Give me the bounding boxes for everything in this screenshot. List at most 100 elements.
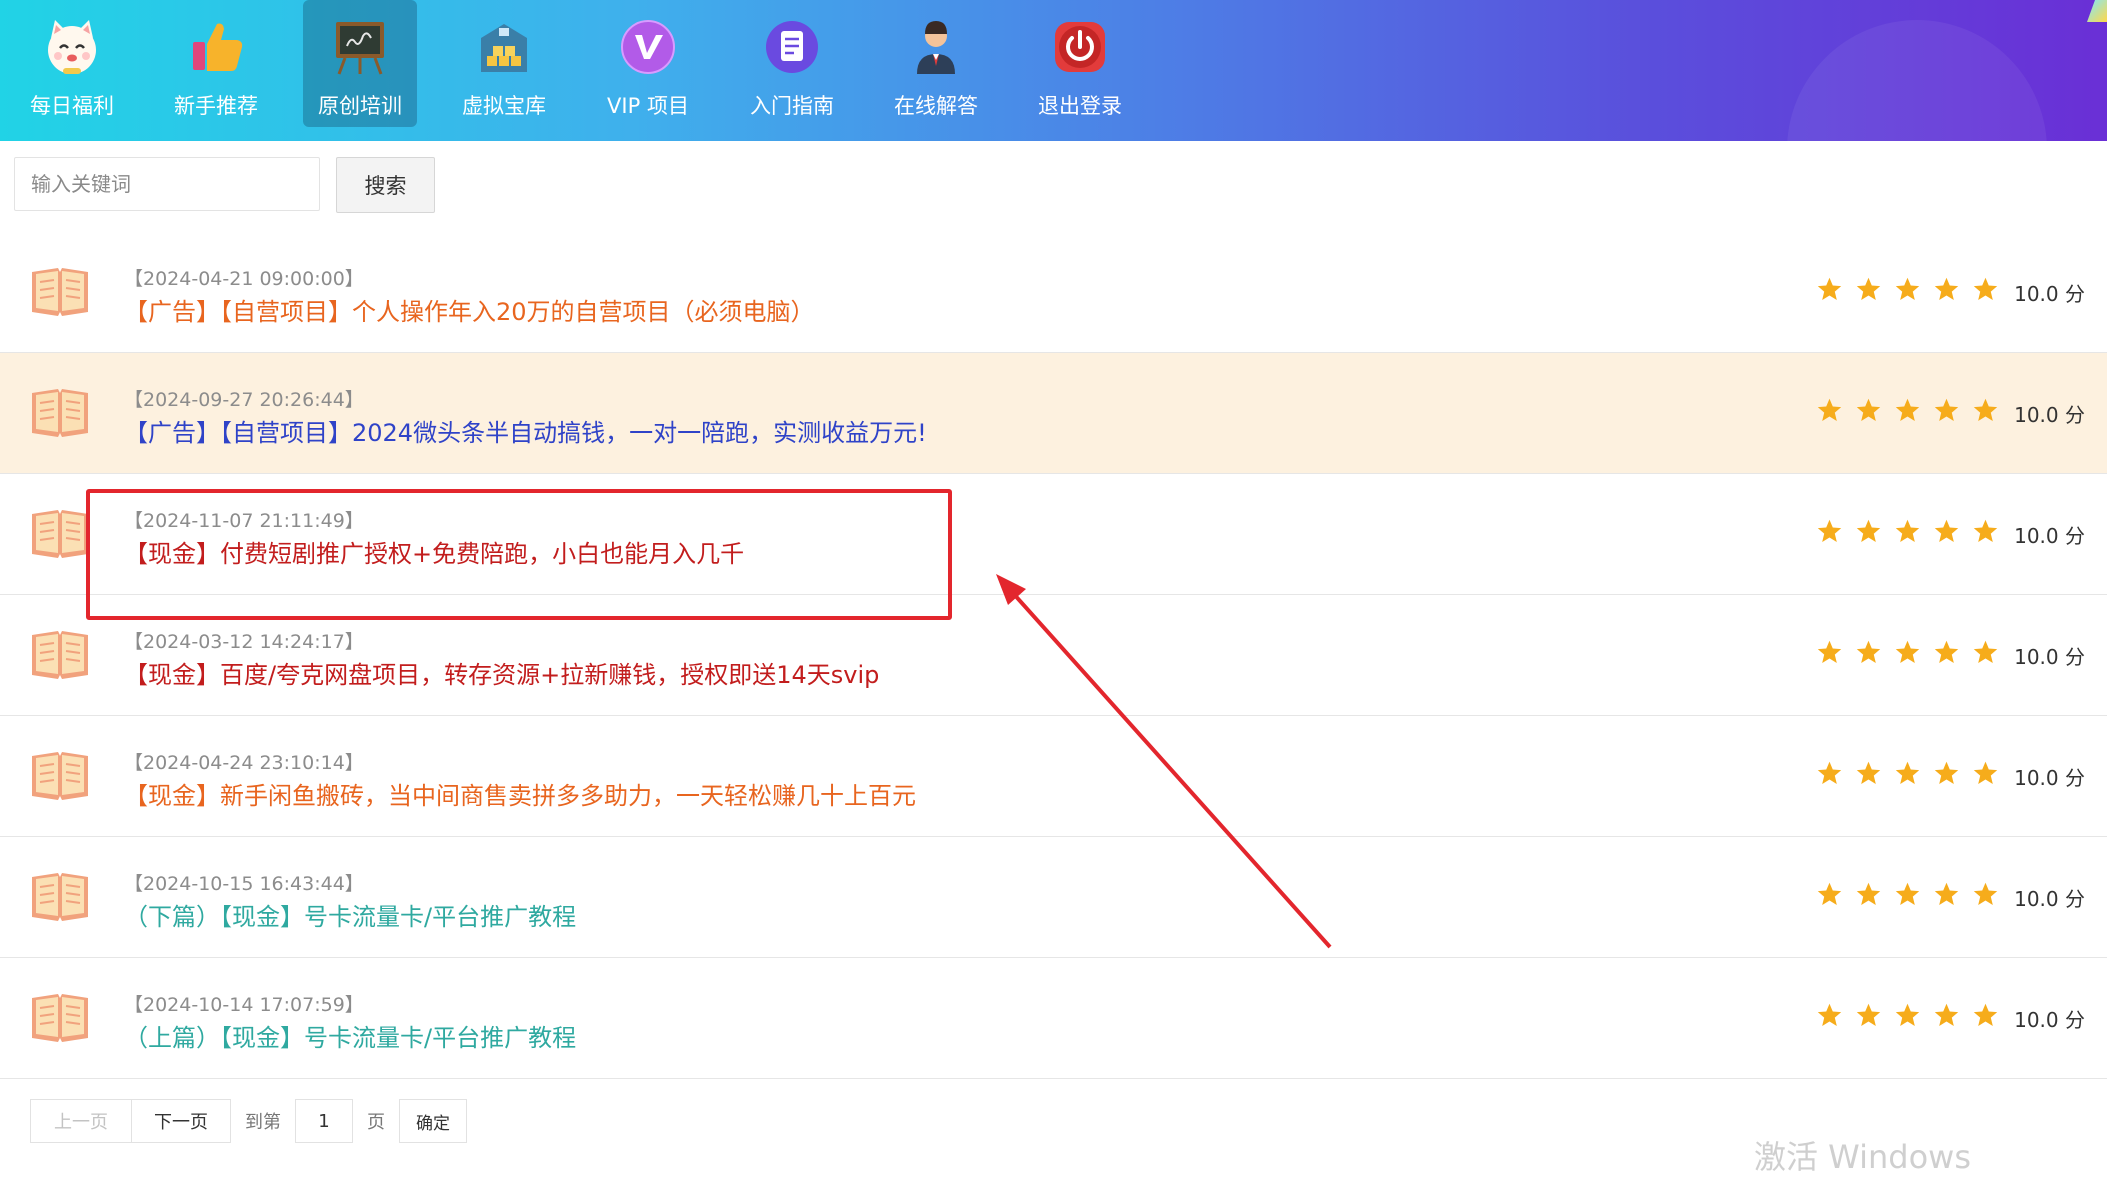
star-icon [1856,277,1881,300]
star-rating [1816,639,1999,666]
next-page-button[interactable]: 下一页 [132,1099,231,1143]
star-icon [1817,882,1842,905]
thumbs-up-icon [185,16,247,78]
article-score: 10.0 分 [2014,524,2085,548]
article-date: 【2024-10-14 17:07:59】 [124,994,364,1016]
article-date: 【2024-09-27 20:26:44】 [124,389,364,411]
vip-icon [617,16,679,78]
star-icon [1934,882,1959,905]
article-row[interactable]: 【2024-04-24 23:10:14】 【现金】新手闲鱼搬砖，当中间商售卖拼多… [0,716,2107,837]
page-suffix-label: 页 [367,1112,385,1133]
article-score: 10.0 分 [2014,1008,2085,1032]
top-navigation-bar: 每日福利 新手推荐 原创培训 虚拟宝库 VIP 项目 入门指南 在线解答 退出登… [0,0,2107,141]
star-icon [1973,398,1998,421]
star-icon [1856,1003,1881,1026]
star-icon [1856,398,1881,421]
star-icon [1856,882,1881,905]
nav-item-vip-projects[interactable]: VIP 项目 [576,0,720,141]
corner-decoration [2087,0,2107,22]
article-score: 10.0 分 [2014,645,2085,669]
lucky-cat-icon [41,16,103,78]
main-nav: 每日福利 新手推荐 原创培训 虚拟宝库 VIP 项目 入门指南 在线解答 退出登… [0,0,1152,141]
star-icon [1895,1003,1920,1026]
windows-activation-watermark: 激活 Windows [1754,1138,1972,1176]
prev-page-button[interactable]: 上一页 [30,1099,132,1143]
article-row[interactable]: 【2024-10-15 16:43:44】 （下篇）【现金】号卡流量卡/平台推广教… [0,837,2107,958]
article-date: 【2024-04-24 23:10:14】 [124,752,364,774]
star-icon [1856,761,1881,784]
article-title-link[interactable]: 【广告】【自营项目】个人操作年入20万的自营项目（必须电脑） [124,292,815,327]
star-icon [1856,640,1881,663]
nav-label: 虚拟宝库 [462,94,546,118]
blackboard-icon [329,16,391,78]
star-icon [1895,761,1920,784]
nav-item-beginner-picks[interactable]: 新手推荐 [144,0,288,141]
star-icon [1895,519,1920,542]
treasure-warehouse-icon [473,16,535,78]
open-book-icon [32,752,88,800]
star-rating [1816,760,1999,787]
star-icon [1817,519,1842,542]
header-decoration [1787,20,2047,141]
nav-item-online-help[interactable]: 在线解答 [864,0,1008,141]
nav-label: VIP 项目 [607,94,689,118]
star-icon [1973,882,1998,905]
star-icon [1934,519,1959,542]
article-date: 【2024-03-12 14:24:17】 [124,631,364,653]
article-score: 10.0 分 [2014,887,2085,911]
star-icon [1934,1003,1959,1026]
star-icon [1934,640,1959,663]
star-icon [1817,277,1842,300]
article-title-link[interactable]: （上篇）【现金】号卡流量卡/平台推广教程 [124,1018,576,1053]
document-icon [761,16,823,78]
star-icon [1934,761,1959,784]
article-row[interactable]: 【2024-09-27 20:26:44】 【广告】【自营项目】2024微头条半自… [0,353,2107,474]
nav-item-virtual-treasury[interactable]: 虚拟宝库 [432,0,576,141]
star-icon [1973,1003,1998,1026]
article-row[interactable]: 【2024-04-21 09:00:00】 【广告】【自营项目】个人操作年入20万… [0,232,2107,353]
star-rating [1816,397,1999,424]
article-date: 【2024-10-15 16:43:44】 [124,873,364,895]
support-agent-icon [905,16,967,78]
nav-item-daily-welfare[interactable]: 每日福利 [0,0,144,141]
star-icon [1973,277,1998,300]
article-title-link[interactable]: 【现金】百度/夸克网盘项目，转存资源+拉新赚钱，授权即送14天svip [124,655,879,690]
star-icon [1973,519,1998,542]
confirm-page-button[interactable]: 确定 [399,1099,467,1143]
star-icon [1817,761,1842,784]
star-icon [1973,640,1998,663]
star-icon [1934,277,1959,300]
article-list: 【2024-04-21 09:00:00】 【广告】【自营项目】个人操作年入20万… [0,232,2107,1079]
star-rating [1816,1002,1999,1029]
nav-label: 在线解答 [894,94,978,118]
nav-item-original-training[interactable]: 原创培训 [303,0,417,127]
search-button[interactable]: 搜索 [336,157,435,213]
star-rating [1816,518,1999,545]
annotation-highlight-box [86,489,952,620]
nav-item-logout[interactable]: 退出登录 [1008,0,1152,141]
article-title-link[interactable]: 【广告】【自营项目】2024微头条半自动搞钱，一对一陪跑，实测收益万元! [124,413,927,448]
article-score: 10.0 分 [2014,403,2085,427]
open-book-icon [32,389,88,437]
star-icon [1817,1003,1842,1026]
star-icon [1895,398,1920,421]
star-rating [1816,881,1999,908]
open-book-icon [32,631,88,679]
article-title-link[interactable]: 【现金】新手闲鱼搬砖，当中间商售卖拼多多助力，一天轻松赚几十上百元 [124,776,916,811]
page-number-input[interactable] [295,1099,353,1143]
article-title-link[interactable]: （下篇）【现金】号卡流量卡/平台推广教程 [124,897,576,932]
open-book-icon [32,873,88,921]
open-book-icon [32,268,88,316]
pagination: 上一页 下一页 到第 页 确定 [30,1099,467,1143]
star-icon [1856,519,1881,542]
article-score: 10.0 分 [2014,282,2085,306]
nav-label: 原创培训 [318,94,402,118]
star-icon [1895,640,1920,663]
nav-item-getting-started[interactable]: 入门指南 [720,0,864,141]
article-score: 10.0 分 [2014,766,2085,790]
nav-label: 退出登录 [1038,94,1122,118]
article-row[interactable]: 【2024-10-14 17:07:59】 （上篇）【现金】号卡流量卡/平台推广教… [0,958,2107,1079]
power-icon [1049,16,1111,78]
search-input[interactable] [14,157,320,211]
star-icon [1895,882,1920,905]
